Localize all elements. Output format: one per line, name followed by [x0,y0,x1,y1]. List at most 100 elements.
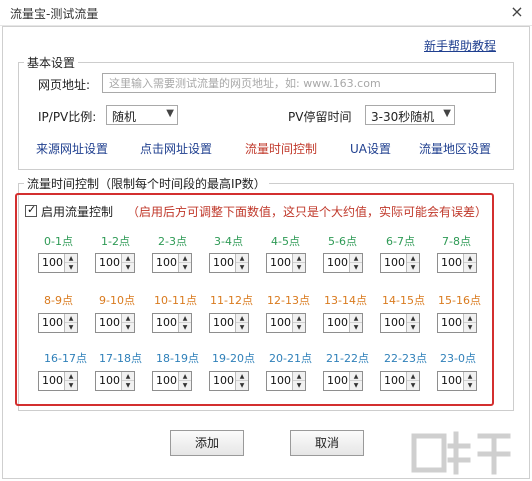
hour-stepper[interactable]: 100 ▲ ▼ [323,253,363,273]
stepper-value[interactable]: 100 [441,256,462,269]
chevron-up-icon[interactable]: ▲ [65,314,77,323]
chevron-down-icon[interactable]: ▼ [179,381,191,390]
stepper-value[interactable]: 100 [270,316,291,329]
hour-stepper[interactable]: 100 ▲ ▼ [380,313,420,333]
hour-stepper[interactable]: 100 ▲ ▼ [437,371,477,391]
chevron-down-icon[interactable]: ▼ [179,323,191,332]
ippv-select[interactable]: 随机 ▼ [106,105,178,125]
stepper-value[interactable]: 100 [213,316,234,329]
chevron-up-icon[interactable]: ▲ [236,254,248,263]
stepper-value[interactable]: 100 [99,374,120,387]
close-icon[interactable]: × [502,0,532,26]
chevron-up-icon[interactable]: ▲ [293,372,305,381]
url-input[interactable] [102,73,496,93]
stepper-value[interactable]: 100 [156,374,177,387]
hour-stepper[interactable]: 100 ▲ ▼ [380,253,420,273]
chevron-down-icon[interactable]: ▼ [236,323,248,332]
chevron-up-icon[interactable]: ▲ [65,254,77,263]
nav-ua-settings[interactable]: UA设置 [350,140,391,157]
hour-stepper[interactable]: 100 ▲ ▼ [95,371,135,391]
hour-stepper[interactable]: 100 ▲ ▼ [209,313,249,333]
chevron-down-icon[interactable]: ▼ [407,381,419,390]
chevron-up-icon[interactable]: ▲ [65,372,77,381]
chevron-up-icon[interactable]: ▲ [464,314,476,323]
chevron-down-icon[interactable]: ▼ [350,263,362,272]
stepper-value[interactable]: 100 [156,256,177,269]
enable-control-checkbox[interactable]: ✓ [25,203,37,217]
hour-stepper[interactable]: 100 ▲ ▼ [209,253,249,273]
chevron-up-icon[interactable]: ▲ [293,254,305,263]
stepper-value[interactable]: 100 [270,374,291,387]
stepper-value[interactable]: 100 [384,256,405,269]
hour-stepper[interactable]: 100 ▲ ▼ [323,371,363,391]
chevron-up-icon[interactable]: ▲ [464,372,476,381]
chevron-down-icon[interactable]: ▼ [464,323,476,332]
enable-control-label[interactable]: 启用流量控制 [41,203,113,220]
chevron-up-icon[interactable]: ▲ [122,314,134,323]
chevron-up-icon[interactable]: ▲ [407,372,419,381]
stay-time-select[interactable]: 3-30秒随机 ▼ [365,105,455,125]
chevron-down-icon[interactable]: ▼ [65,381,77,390]
stepper-value[interactable]: 100 [384,316,405,329]
stepper-value[interactable]: 100 [441,374,462,387]
chevron-down-icon[interactable]: ▼ [179,263,191,272]
chevron-down-icon[interactable]: ▼ [350,323,362,332]
chevron-up-icon[interactable]: ▲ [179,372,191,381]
help-link[interactable]: 新手帮助教程 [424,37,496,54]
stepper-value[interactable]: 100 [213,374,234,387]
chevron-down-icon[interactable]: ▼ [236,381,248,390]
hour-stepper[interactable]: 100 ▲ ▼ [152,253,192,273]
chevron-up-icon[interactable]: ▲ [350,372,362,381]
hour-stepper[interactable]: 100 ▲ ▼ [266,371,306,391]
chevron-up-icon[interactable]: ▲ [236,314,248,323]
cancel-button[interactable]: 取消 [290,430,364,456]
hour-stepper[interactable]: 100 ▲ ▼ [152,313,192,333]
chevron-down-icon[interactable]: ▼ [65,323,77,332]
hour-stepper[interactable]: 100 ▲ ▼ [38,313,78,333]
stepper-value[interactable]: 100 [99,316,120,329]
hour-stepper[interactable]: 100 ▲ ▼ [437,253,477,273]
chevron-up-icon[interactable]: ▲ [464,254,476,263]
chevron-down-icon[interactable]: ▼ [122,381,134,390]
nav-traffic-time-control[interactable]: 流量时间控制 [245,140,317,157]
chevron-down-icon[interactable]: ▼ [407,323,419,332]
chevron-down-icon[interactable]: ▼ [122,263,134,272]
chevron-up-icon[interactable]: ▲ [407,254,419,263]
chevron-down-icon[interactable]: ▼ [293,263,305,272]
stepper-value[interactable]: 100 [327,256,348,269]
chevron-down-icon[interactable]: ▼ [407,263,419,272]
chevron-down-icon[interactable]: ▼ [464,263,476,272]
chevron-down-icon[interactable]: ▼ [65,263,77,272]
hour-stepper[interactable]: 100 ▲ ▼ [266,253,306,273]
chevron-down-icon[interactable]: ▼ [350,381,362,390]
chevron-down-icon[interactable]: ▼ [293,323,305,332]
stepper-value[interactable]: 100 [156,316,177,329]
hour-stepper[interactable]: 100 ▲ ▼ [95,253,135,273]
chevron-up-icon[interactable]: ▲ [350,254,362,263]
stepper-value[interactable]: 100 [42,256,63,269]
stepper-value[interactable]: 100 [327,374,348,387]
hour-stepper[interactable]: 100 ▲ ▼ [38,371,78,391]
nav-source-url-settings[interactable]: 来源网址设置 [36,140,108,157]
chevron-up-icon[interactable]: ▲ [236,372,248,381]
chevron-down-icon[interactable]: ▼ [293,381,305,390]
chevron-up-icon[interactable]: ▲ [350,314,362,323]
chevron-up-icon[interactable]: ▲ [122,254,134,263]
chevron-up-icon[interactable]: ▲ [179,254,191,263]
hour-stepper[interactable]: 100 ▲ ▼ [266,313,306,333]
stepper-value[interactable]: 100 [384,374,405,387]
hour-stepper[interactable]: 100 ▲ ▼ [323,313,363,333]
chevron-up-icon[interactable]: ▲ [122,372,134,381]
chevron-down-icon[interactable]: ▼ [122,323,134,332]
hour-stepper[interactable]: 100 ▲ ▼ [380,371,420,391]
nav-region-settings[interactable]: 流量地区设置 [419,140,491,157]
stepper-value[interactable]: 100 [327,316,348,329]
chevron-up-icon[interactable]: ▲ [407,314,419,323]
hour-stepper[interactable]: 100 ▲ ▼ [38,253,78,273]
add-button[interactable]: 添加 [170,430,244,456]
chevron-down-icon[interactable]: ▼ [236,263,248,272]
stepper-value[interactable]: 100 [99,256,120,269]
nav-click-url-settings[interactable]: 点击网址设置 [140,140,212,157]
chevron-down-icon[interactable]: ▼ [464,381,476,390]
chevron-up-icon[interactable]: ▲ [293,314,305,323]
